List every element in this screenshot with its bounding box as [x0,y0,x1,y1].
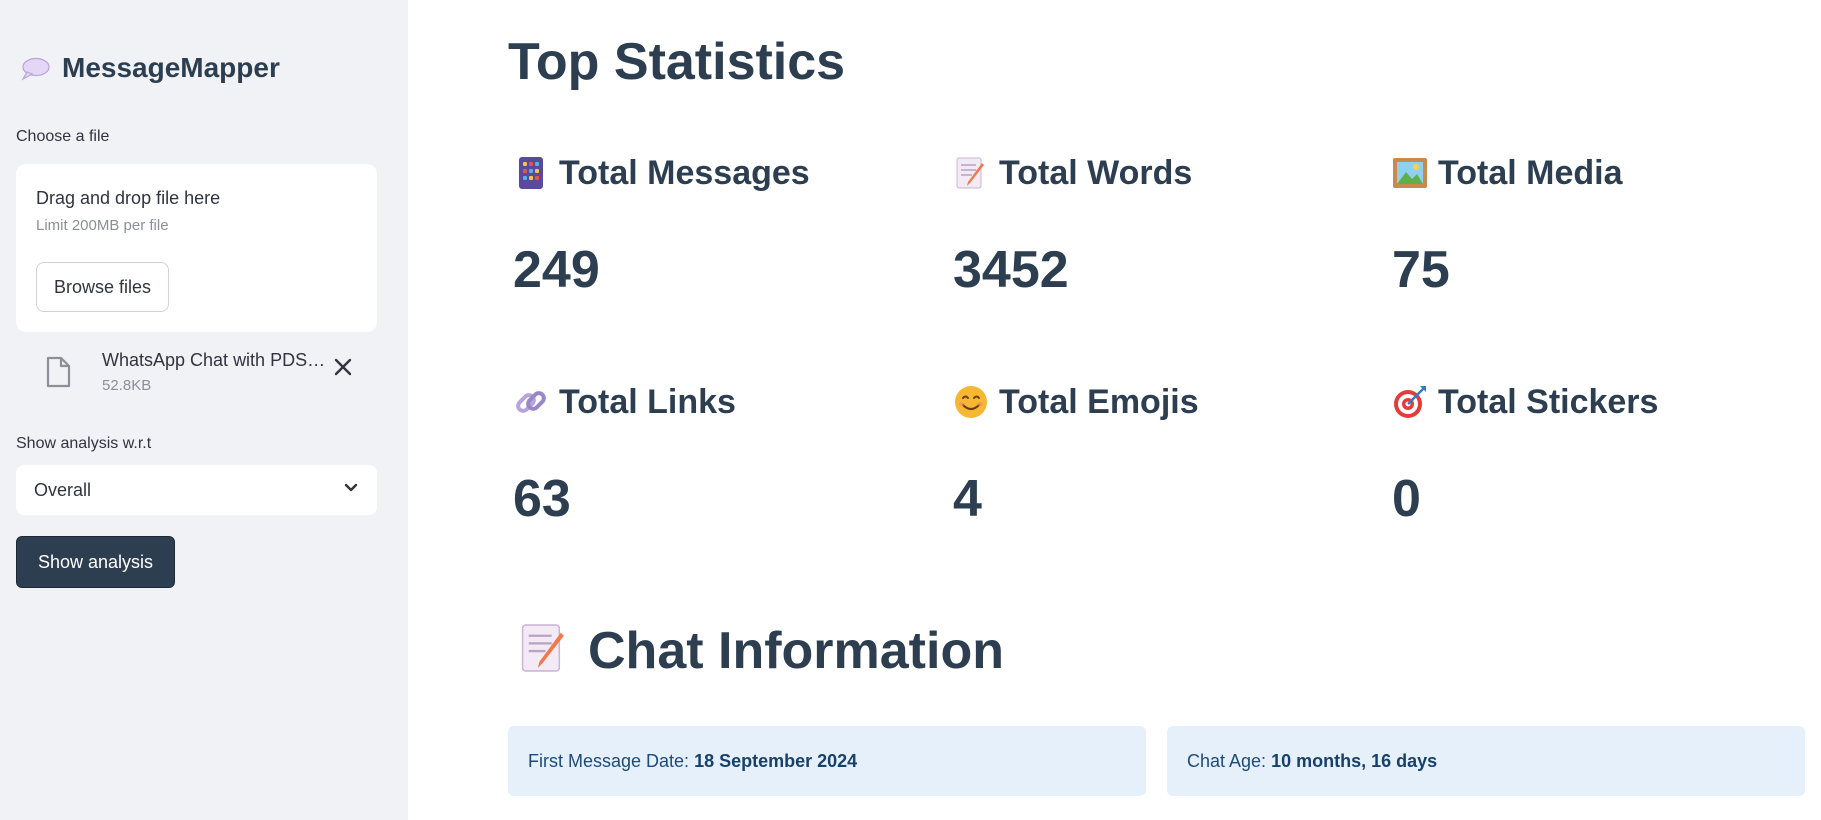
file-dropzone[interactable]: Drag and drop file here Limit 200MB per … [16,164,377,332]
stat-total-emojis: Total Emojis 4 [953,379,1373,529]
stat-label: Total Stickers [1438,382,1659,421]
stat-value: 0 [1392,470,1421,528]
stat-value: 4 [953,470,982,528]
chat-age-label: Chat Age: [1187,750,1272,771]
analysis-select[interactable]: Overall [16,465,377,515]
smiling-face-icon [953,384,989,420]
file-icon [44,356,72,388]
framed-picture-icon [1392,155,1428,191]
abacus-icon [513,155,549,191]
app-title: MessageMapper [62,52,280,83]
stat-value: 63 [513,470,571,528]
page-title: Top Statistics [508,33,846,91]
memo-icon [518,620,570,681]
stat-value: 249 [513,241,600,299]
uploaded-file: WhatsApp Chat with PDS… 52.8KB [44,350,364,400]
stat-value: 3452 [953,241,1069,299]
chevron-down-icon [343,481,359,499]
stat-label: Total Emojis [999,382,1199,421]
section-title: Chat Information [588,621,1004,680]
sidebar: MessageMapper Choose a file Drag and dro… [0,0,408,820]
file-uploader-label: Choose a file [16,128,110,145]
analysis-select-label: Show analysis w.r.t [16,435,152,452]
first-message-label: First Message Date: [528,750,695,771]
browse-files-button[interactable]: Browse files [36,262,169,312]
stat-label: Total Messages [559,153,810,192]
remove-file-icon[interactable] [332,356,354,378]
stat-total-words: Total Words 3452 [953,150,1373,300]
first-message-date-box: First Message Date: 18 September 2024 [508,726,1146,796]
show-analysis-button[interactable]: Show analysis [16,536,175,588]
chat-age-box: Chat Age: 10 months, 16 days [1167,726,1805,796]
stat-value: 75 [1392,241,1450,299]
link-icon [513,384,549,420]
first-message-value: 18 September 2024 [694,750,858,771]
uploaded-file-size: 52.8KB [102,377,152,394]
stat-total-media: Total Media 75 [1392,150,1812,300]
stat-label: Total Links [559,382,736,421]
memo-icon [953,155,989,191]
stat-label: Total Words [999,153,1193,192]
chat-age-value: 10 months, 16 days [1271,750,1438,771]
uploaded-file-name: WhatsApp Chat with PDS… [102,350,326,370]
stat-label: Total Media [1438,153,1623,192]
speech-bubble-icon [20,57,50,81]
bullseye-icon [1392,384,1428,420]
main-content: Top Statistics Total Messages 249 Total … [408,0,1821,820]
stat-total-messages: Total Messages 249 [513,150,933,300]
stat-total-stickers: Total Stickers 0 [1392,379,1812,529]
dropzone-title: Drag and drop file here [36,188,221,208]
brand: MessageMapper [20,52,280,84]
analysis-select-value: Overall [34,479,92,500]
stat-total-links: Total Links 63 [513,379,933,529]
chat-info-heading: Chat Information [518,620,1004,681]
dropzone-limit: Limit 200MB per file [36,217,169,234]
